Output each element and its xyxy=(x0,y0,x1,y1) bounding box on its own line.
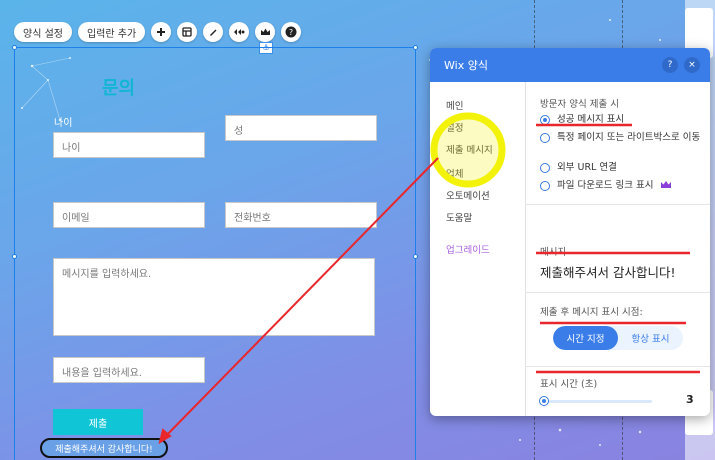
timing-option-timed[interactable]: 시간 지정 xyxy=(553,326,618,350)
timing-option-always[interactable]: 항상 표시 xyxy=(618,326,683,350)
panel-title: Wix 양식 xyxy=(444,59,488,72)
nav-item-business[interactable]: 업체 xyxy=(446,166,463,180)
nav-item-submit-message[interactable]: 제출 메시지 xyxy=(446,142,493,156)
duration-value[interactable]: 3 xyxy=(686,393,694,406)
nav-item-main[interactable]: 메인 xyxy=(446,98,463,112)
resize-handle[interactable] xyxy=(12,45,17,50)
panel-nav: 메인 설정 제출 메시지 업체 오토메이션 도움말 업그레이드 xyxy=(430,82,526,416)
option-label: 특정 페이지 또는 라이트박스로 이동 xyxy=(557,132,701,143)
layout-icon[interactable] xyxy=(177,22,198,42)
resize-handle[interactable] xyxy=(413,45,418,50)
form-title: 문의 xyxy=(102,78,136,99)
help-icon[interactable]: ? xyxy=(281,22,302,42)
option-label: 파일 다운로드 링크 표시 xyxy=(557,180,654,191)
timing-toggle: 시간 지정 항상 표시 xyxy=(553,326,683,350)
message-input[interactable]: 제출해주셔서 감사합니다! xyxy=(540,262,676,281)
svg-text:?: ? xyxy=(289,28,293,37)
option-file-download[interactable]: 파일 다운로드 링크 표시 xyxy=(540,180,705,192)
duration-slider-handle[interactable] xyxy=(540,397,548,405)
resize-handle[interactable] xyxy=(413,254,418,259)
radio-selected-icon xyxy=(540,115,550,125)
success-message: 제출해주셔서 감사합니다! xyxy=(40,438,168,458)
divider xyxy=(526,204,710,205)
option-label: 외부 URL 연결 xyxy=(557,162,617,173)
radio-icon xyxy=(540,163,550,173)
first-name-field[interactable]: 나이 xyxy=(53,132,205,158)
radio-icon xyxy=(540,133,550,143)
nav-item-settings[interactable]: 설정 xyxy=(446,120,463,134)
last-name-field[interactable]: 성 xyxy=(225,115,377,141)
divider xyxy=(526,292,710,293)
panel-header: Wix 양식 ? × xyxy=(430,48,710,82)
duration-slider-track[interactable] xyxy=(542,400,652,403)
option-redirect-page[interactable]: 특정 페이지 또는 라이트박스로 이동 xyxy=(540,132,705,144)
editor-toolbar: 양식 설정 입력란 추가 ? xyxy=(14,22,302,42)
content-field[interactable]: 내용을 입력하세요. xyxy=(53,357,205,383)
add-field-button[interactable]: 입력란 추가 xyxy=(77,22,146,42)
email-field[interactable]: 이메일 xyxy=(53,202,205,228)
timing-title: 제출 후 메시지 표시 시점: xyxy=(540,307,643,318)
message-field[interactable]: 메시지를 입력하세요. xyxy=(53,258,375,336)
option-show-success[interactable]: 성공 메시지 표시 xyxy=(540,114,705,126)
first-name-label: 나이 xyxy=(54,118,73,129)
phone-field[interactable]: 전화번호 xyxy=(225,202,377,228)
form-settings-button[interactable]: 양식 설정 xyxy=(14,22,72,42)
form-selection-frame[interactable] xyxy=(12,45,418,460)
resize-handle[interactable] xyxy=(12,254,17,259)
on-submit-title: 방문자 양식 제출 시 xyxy=(540,99,619,110)
premium-crown-icon xyxy=(661,181,672,188)
plus-icon[interactable] xyxy=(151,22,172,42)
wix-forms-panel: Wix 양식 ? × 메인 설정 제출 메시지 업체 오토메이션 도움말 업그레… xyxy=(430,48,710,416)
help-button[interactable]: ? xyxy=(662,57,678,73)
duration-title: 표시 시간 (초) xyxy=(540,379,598,390)
message-title: 메시지 xyxy=(540,247,567,258)
option-external-url[interactable]: 외부 URL 연결 xyxy=(540,162,705,174)
animation-icon[interactable] xyxy=(229,22,250,42)
nav-item-automation[interactable]: 오토메이션 xyxy=(446,188,490,202)
radio-icon xyxy=(540,181,550,191)
submit-button[interactable]: 제출 xyxy=(53,409,143,435)
nav-item-help[interactable]: 도움말 xyxy=(446,210,472,224)
pen-icon[interactable] xyxy=(203,22,224,42)
panel-content: 방문자 양식 제출 시 성공 메시지 표시 특정 페이지 또는 라이트박스로 이… xyxy=(526,82,710,416)
divider xyxy=(526,366,710,367)
option-label: 성공 메시지 표시 xyxy=(557,114,625,125)
crown-icon[interactable] xyxy=(255,22,276,42)
close-button[interactable]: × xyxy=(684,57,700,73)
nav-item-upgrade[interactable]: 업그레이드 xyxy=(446,242,490,256)
